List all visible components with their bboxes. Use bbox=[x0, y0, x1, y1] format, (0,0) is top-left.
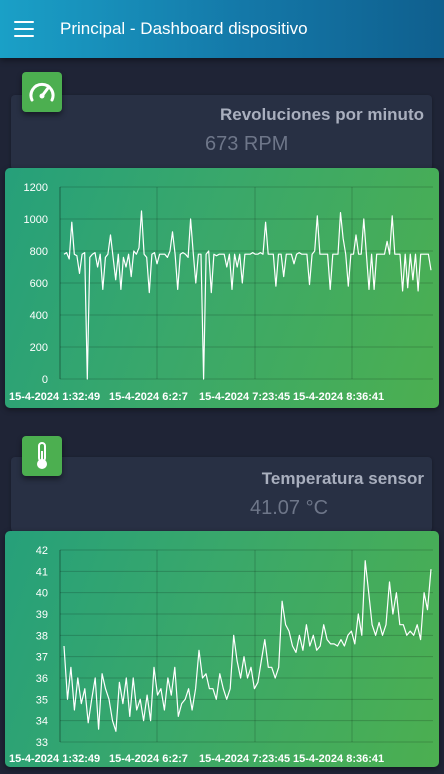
temperature-series-line bbox=[63, 560, 432, 732]
hamburger-menu-icon[interactable] bbox=[14, 21, 34, 37]
rpm-x-tick-label: 15-4-2024 6:2:7 bbox=[109, 391, 188, 403]
temperature-y-tick-label: 34 bbox=[36, 716, 48, 728]
page-title: Principal - Dashboard dispositivo bbox=[60, 19, 308, 38]
temperature-y-tick-label: 36 bbox=[36, 673, 48, 685]
rpm-card: Revoluciones por minuto 673 RPM bbox=[11, 95, 432, 170]
temperature-card-title: Temperatura sensor bbox=[261, 469, 424, 488]
temperature-y-tick-label: 35 bbox=[36, 694, 48, 706]
rpm-y-tick-label: 1200 bbox=[24, 182, 48, 194]
thermometer-icon bbox=[22, 436, 62, 476]
rpm-card-title: Revoluciones por minuto bbox=[219, 105, 424, 124]
rpm-y-tick-label: 400 bbox=[30, 310, 48, 322]
temperature-y-tick-label: 37 bbox=[36, 652, 48, 664]
temperature-x-tick-label: 15-4-2024 8:36:41 bbox=[293, 753, 384, 765]
temperature-y-tick-label: 42 bbox=[36, 545, 48, 557]
temperature-y-tick-label: 38 bbox=[36, 630, 48, 642]
rpm-chart: 1200 1000 800 600 400 200 0 15-4-2024 1:32:49 15… bbox=[5, 168, 439, 408]
temperature-x-tick-label: 15-4-2024 6:2:7 bbox=[109, 753, 188, 765]
temperature-card: Temperatura sensor 41.07 °C bbox=[11, 457, 432, 532]
temperature-chart: 42 41 40 39 38 37 36 35 34 33 15-4-2024 1:32:49 15-… bbox=[5, 531, 439, 767]
rpm-y-tick-label: 800 bbox=[30, 246, 48, 258]
temperature-y-tick-label: 40 bbox=[36, 588, 48, 600]
rpm-card-value: 673 RPM bbox=[205, 133, 289, 155]
rpm-x-tick-label: 15-4-2024 1:32:49 bbox=[9, 391, 100, 403]
temperature-card-value: 41.07 °C bbox=[250, 497, 329, 519]
rpm-series-line bbox=[63, 210, 432, 380]
temperature-x-tick-label: 15-4-2024 1:32:49 bbox=[9, 753, 100, 765]
temperature-x-tick-label: 15-4-2024 7:23:45 bbox=[199, 753, 290, 765]
temperature-y-tick-label: 33 bbox=[36, 737, 48, 749]
rpm-y-tick-label: 1000 bbox=[24, 214, 48, 226]
rpm-x-tick-label: 15-4-2024 8:36:41 bbox=[293, 391, 384, 403]
rpm-x-tick-label: 15-4-2024 7:23:45 bbox=[199, 391, 290, 403]
rpm-y-tick-label: 200 bbox=[30, 342, 48, 354]
rpm-y-tick-label: 0 bbox=[42, 374, 48, 386]
rpm-y-tick-label: 600 bbox=[30, 278, 48, 290]
temperature-y-tick-label: 41 bbox=[36, 566, 48, 578]
top-app-bar: Principal - Dashboard dispositivo bbox=[0, 0, 444, 58]
temperature-y-tick-label: 39 bbox=[36, 609, 48, 621]
rpm-chart-svg: 1200 1000 800 600 400 200 0 15-4-2024 1:32:49 15… bbox=[9, 182, 433, 403]
temperature-chart-svg: 42 41 40 39 38 37 36 35 34 33 15-4-2024 1:32:49 15-… bbox=[9, 545, 433, 765]
speedometer-icon bbox=[22, 72, 62, 112]
